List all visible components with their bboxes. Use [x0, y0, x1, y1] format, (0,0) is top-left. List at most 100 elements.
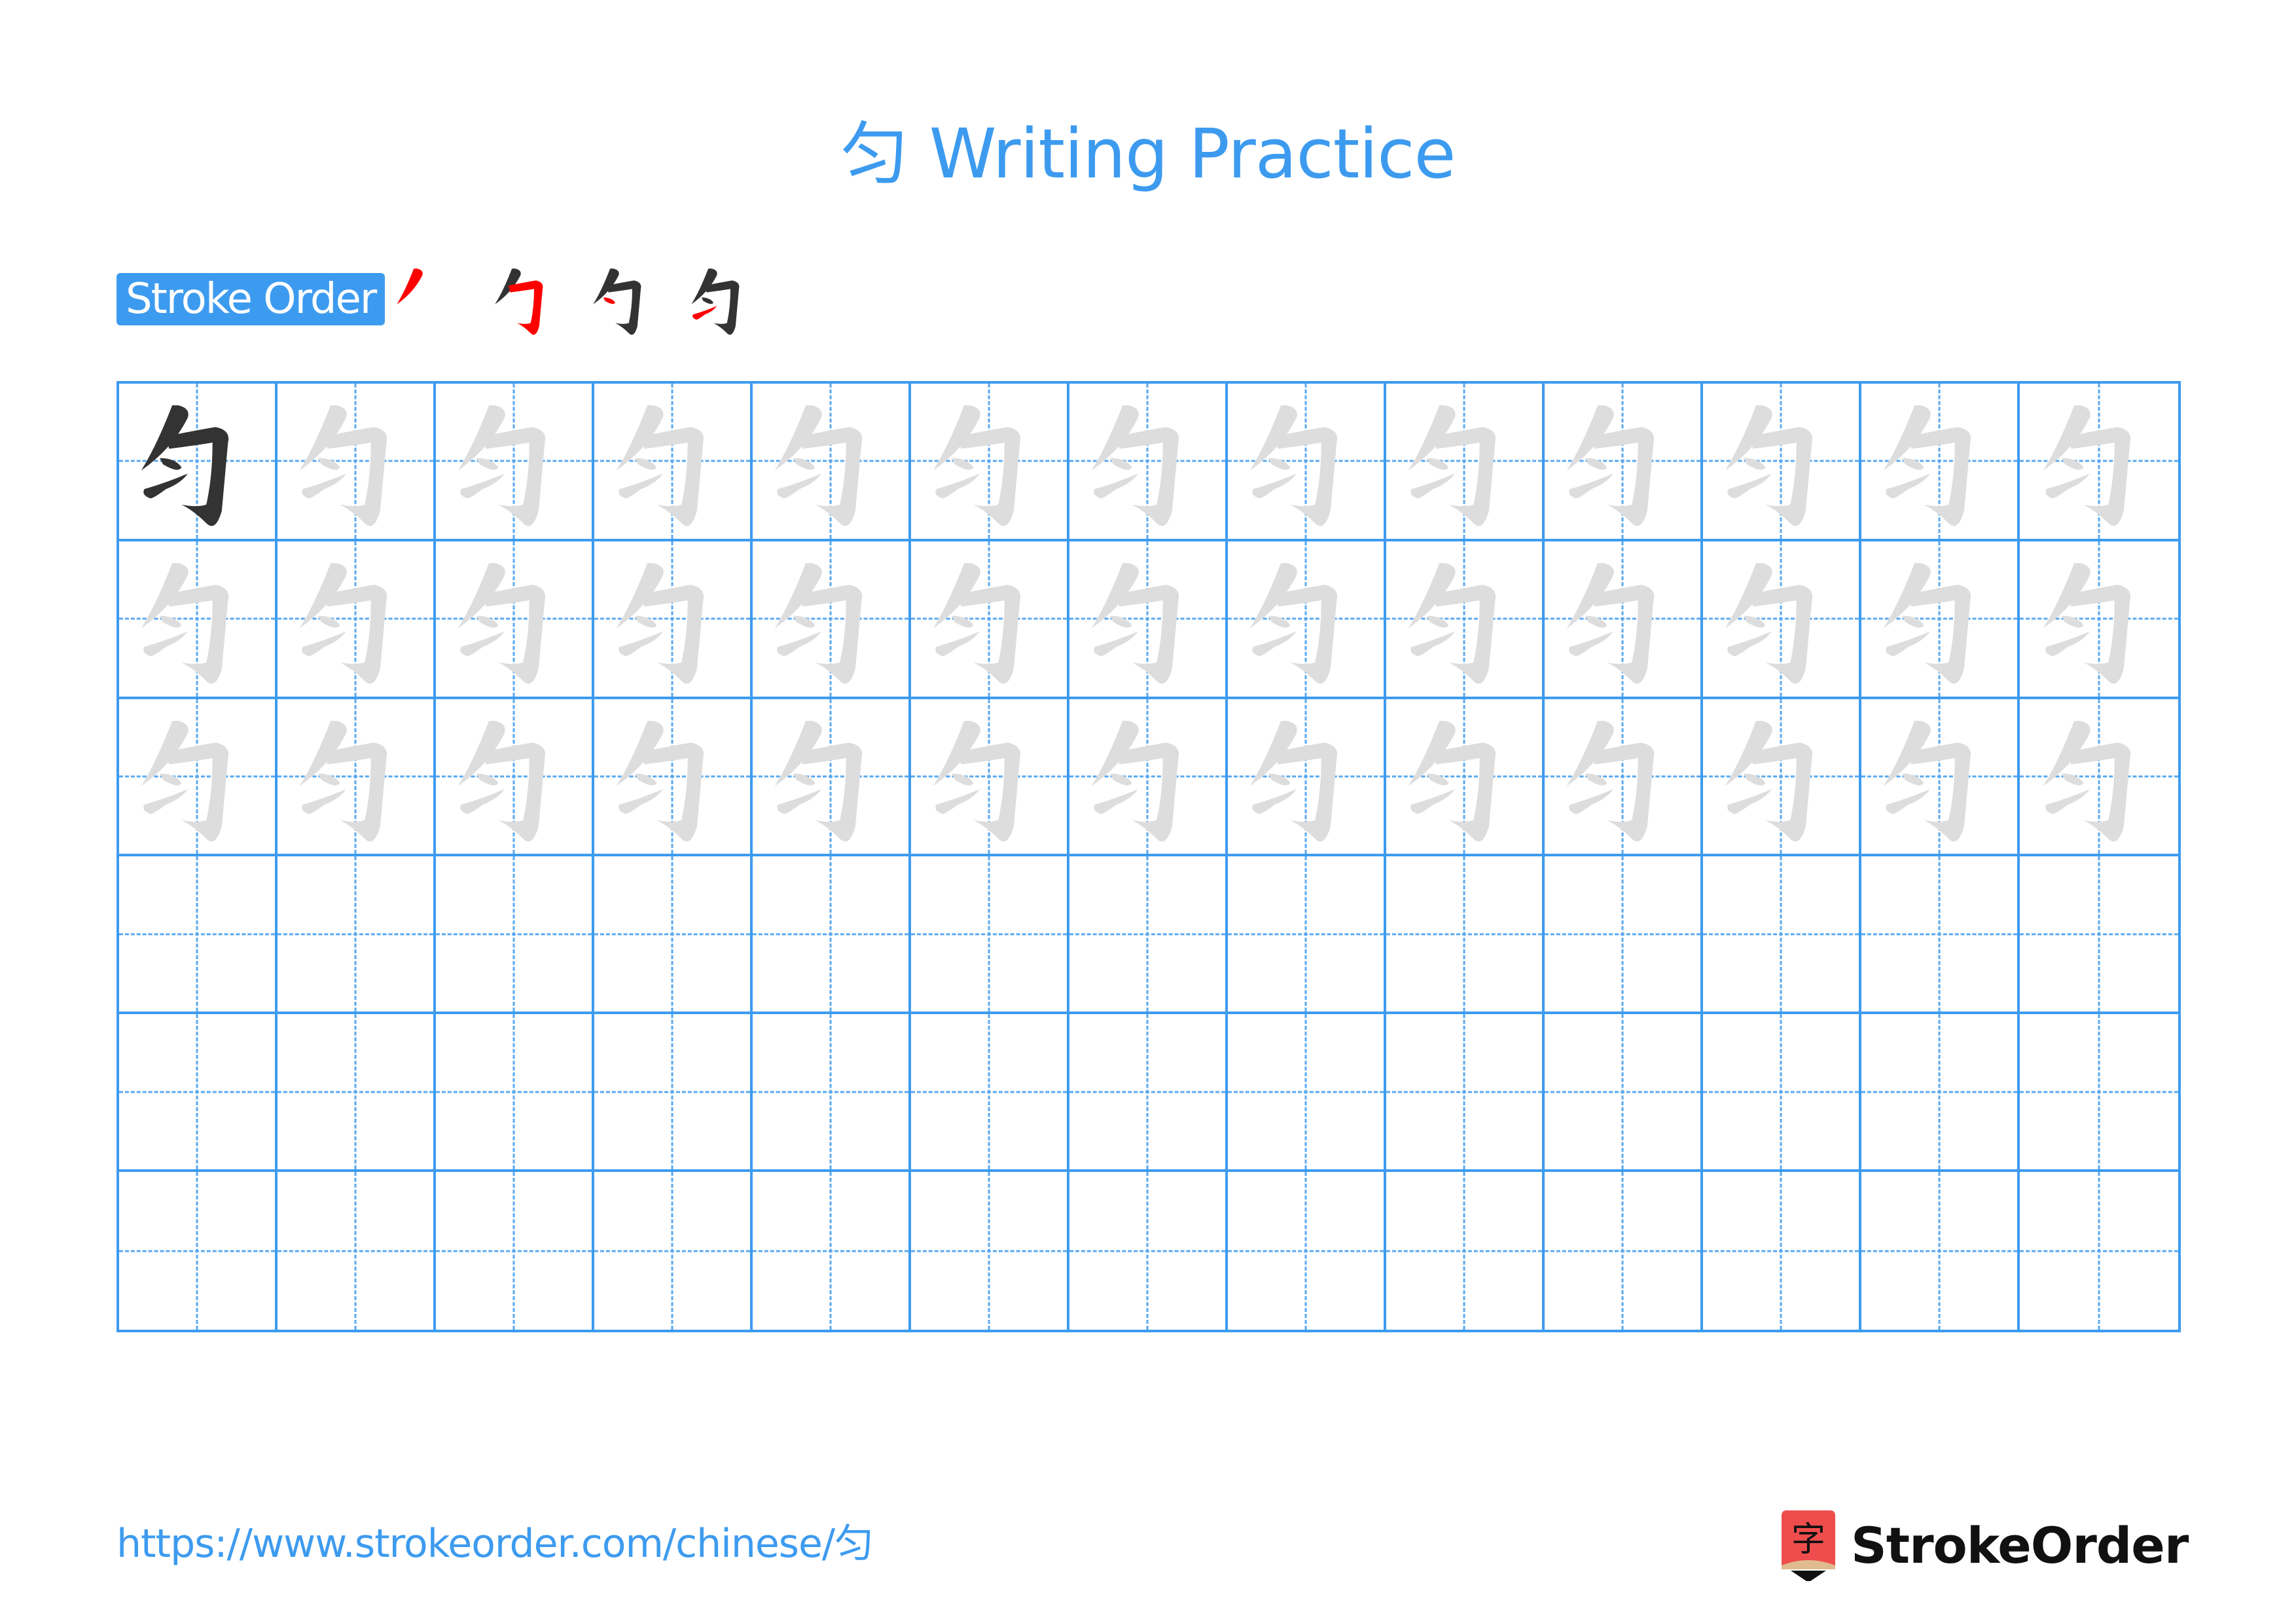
- stroke-path: [1727, 789, 1772, 814]
- stroke-path: [1585, 615, 1607, 628]
- stroke-path: [635, 458, 657, 470]
- stroke-path: [1902, 773, 1924, 786]
- stroke-path: [635, 615, 657, 628]
- empty-practice-cell: [1861, 856, 2020, 1015]
- stroke-path: [1274, 742, 1338, 842]
- empty-practice-cell: [1228, 1172, 1386, 1330]
- stroke-path: [952, 773, 974, 786]
- stroke-path: [2062, 773, 2084, 786]
- stroke-path: [302, 473, 346, 499]
- empty-practice-cell: [911, 1172, 1069, 1330]
- stroke-path: [1585, 458, 1607, 470]
- trace-character-cell: [1861, 541, 2020, 699]
- stroke-path: [143, 631, 188, 657]
- trace-character-cell: [1703, 699, 1861, 857]
- stroke-path: [705, 280, 740, 335]
- footer-url-link[interactable]: https://www.strokeorder.com/chinese/匀: [117, 1518, 874, 1570]
- stroke-path: [952, 615, 974, 628]
- empty-practice-cell: [1069, 1014, 1228, 1173]
- trace-character-cell: [594, 384, 753, 541]
- empty-practice-cell: [1861, 1014, 2020, 1173]
- stroke-path: [1110, 773, 1132, 786]
- trace-character-cell: [1545, 384, 1703, 541]
- stroke-path: [318, 458, 340, 470]
- stroke-path: [799, 585, 863, 684]
- empty-practice-cell: [753, 1014, 911, 1173]
- empty-practice-cell: [119, 856, 278, 1015]
- stroke-path: [952, 458, 974, 470]
- pencil-character-icon: 字: [1782, 1510, 1835, 1581]
- stroke-path: [641, 742, 704, 842]
- stroke-path: [1569, 631, 1613, 657]
- stroke-path: [397, 268, 423, 304]
- stroke-path: [302, 789, 346, 814]
- stroke-path: [1749, 585, 1813, 684]
- trace-character-cell: [1228, 699, 1386, 857]
- empty-practice-cell: [753, 1172, 911, 1330]
- stroke-path: [1744, 615, 1766, 628]
- empty-practice-cell: [1069, 856, 1228, 1015]
- empty-practice-cell: [1386, 856, 1545, 1015]
- trace-character-cell: [436, 699, 594, 857]
- stroke-path: [1094, 789, 1138, 814]
- stroke-order-row: Stroke Order: [117, 257, 778, 342]
- stroke-path: [460, 473, 505, 499]
- empty-practice-cell: [911, 1014, 1069, 1173]
- empty-practice-cell: [1069, 1172, 1228, 1330]
- stroke-path: [2062, 458, 2084, 470]
- stroke-path: [1252, 631, 1297, 657]
- stroke-path: [1749, 742, 1813, 842]
- trace-character-cell: [1545, 699, 1703, 857]
- empty-practice-cell: [278, 856, 436, 1015]
- stroke-path: [641, 427, 704, 526]
- stroke-path: [635, 773, 657, 786]
- trace-character-cell: [911, 541, 1069, 699]
- stroke-path: [1902, 615, 1924, 628]
- empty-practice-cell: [753, 856, 911, 1015]
- stroke-path: [2045, 631, 2090, 657]
- empty-practice-cell: [2020, 1014, 2178, 1173]
- stroke-path: [935, 789, 980, 814]
- trace-character-cell: [594, 699, 753, 857]
- stroke-path: [1908, 742, 1971, 842]
- empty-practice-cell: [911, 856, 1069, 1015]
- empty-practice-cell: [1861, 1172, 2020, 1330]
- empty-practice-cell: [2020, 1172, 2178, 1330]
- empty-practice-cell: [1545, 1172, 1703, 1330]
- empty-practice-cell: [436, 856, 594, 1015]
- trace-character-cell: [1386, 699, 1545, 857]
- stroke-path: [692, 306, 717, 320]
- empty-practice-cell: [594, 1014, 753, 1173]
- stroke-path: [1094, 473, 1138, 499]
- stroke-path: [166, 742, 229, 842]
- empty-practice-cell: [436, 1014, 594, 1173]
- stroke-path: [958, 585, 1021, 684]
- stroke-step-4: [679, 257, 778, 342]
- empty-practice-cell: [119, 1172, 278, 1330]
- trace-character-cell: [753, 384, 911, 541]
- stroke-path: [958, 427, 1021, 526]
- stroke-path: [1274, 427, 1338, 526]
- stroke-path: [460, 631, 505, 657]
- trace-character-cell: [1228, 541, 1386, 699]
- stroke-path: [1110, 615, 1132, 628]
- stroke-path: [1252, 473, 1297, 499]
- stroke-path: [2068, 585, 2131, 684]
- stroke-path: [777, 789, 821, 814]
- trace-character-cell: [1069, 384, 1228, 541]
- stroke-path: [777, 631, 821, 657]
- trace-character-cell: [911, 384, 1069, 541]
- stroke-path: [1433, 585, 1496, 684]
- stroke-path: [799, 427, 863, 526]
- stroke-path: [160, 458, 182, 470]
- stroke-path: [935, 473, 980, 499]
- stroke-path: [1886, 789, 1930, 814]
- stroke-path: [2062, 615, 2084, 628]
- empty-practice-cell: [1545, 1014, 1703, 1173]
- empty-practice-cell: [1545, 856, 1703, 1015]
- trace-character-cell: [436, 384, 594, 541]
- practice-grid: [117, 381, 2181, 1332]
- stroke-path: [1094, 631, 1138, 657]
- trace-character-cell: [1703, 384, 1861, 541]
- trace-character-cell: [1861, 384, 2020, 541]
